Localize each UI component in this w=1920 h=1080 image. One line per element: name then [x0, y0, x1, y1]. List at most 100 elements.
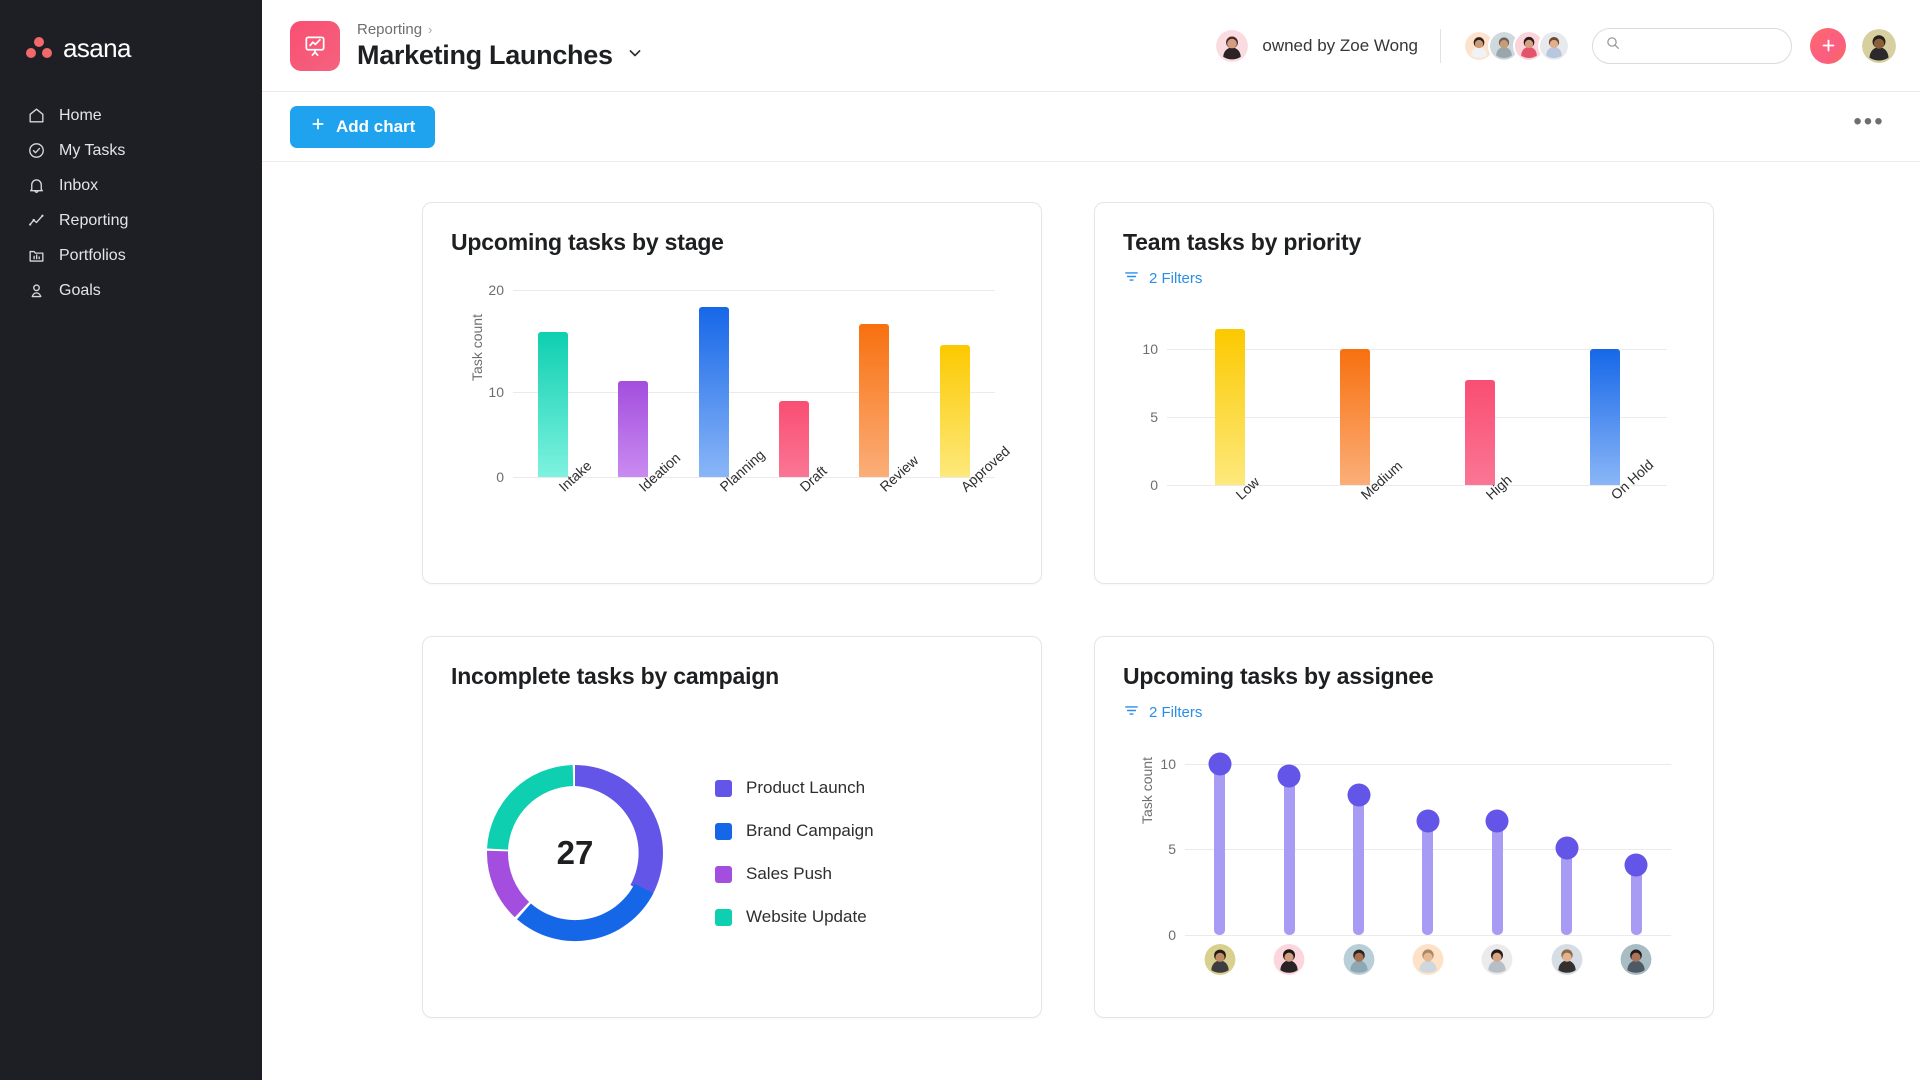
lollipop-item[interactable] [1353, 747, 1364, 935]
bar[interactable] [1215, 329, 1245, 485]
header-right-controls: owned by Zoe Wong [1216, 28, 1896, 64]
assignee-avatar[interactable] [1343, 944, 1374, 975]
bar-item[interactable]: Approved [940, 290, 970, 477]
lollipop-head[interactable] [1416, 809, 1439, 832]
legend-swatch [715, 823, 732, 840]
legend-item[interactable]: Brand Campaign [715, 821, 874, 841]
add-chart-button[interactable]: Add chart [290, 106, 435, 148]
bar-item[interactable]: Ideation [618, 290, 648, 477]
lollipop-head[interactable] [1347, 783, 1370, 806]
legend-label: Website Update [746, 907, 867, 927]
chart-card-incomplete-tasks-by-campaign[interactable]: Incomplete tasks by campaign [422, 636, 1042, 1018]
bar-chart-stage: Task count 20 10 0 Intake Ideation [513, 290, 995, 477]
assignee-avatar[interactable] [1621, 944, 1652, 975]
sidebar-item-goals[interactable]: Goals [0, 273, 262, 308]
assignee-avatar[interactable] [1412, 944, 1443, 975]
bar-item[interactable]: Draft [779, 290, 809, 477]
legend-item[interactable]: Website Update [715, 907, 874, 927]
breadcrumb-reporting[interactable]: Reporting [357, 21, 422, 38]
lollipop-head[interactable] [1555, 836, 1578, 859]
filter-icon [1123, 702, 1140, 723]
chart-card-upcoming-tasks-by-assignee[interactable]: Upcoming tasks by assignee 2 Filters Tas… [1094, 636, 1714, 1018]
dashboard-icon [290, 21, 340, 71]
bar-item[interactable]: High [1465, 315, 1495, 485]
bar[interactable] [618, 381, 648, 477]
assignee-avatar[interactable] [1482, 944, 1513, 975]
sidebar-item-label: Portfolios [59, 247, 126, 265]
sidebar-item-inbox[interactable]: Inbox [0, 168, 262, 203]
assignee-avatar[interactable] [1551, 944, 1582, 975]
assignee-avatar[interactable] [1204, 944, 1235, 975]
chart-card-upcoming-tasks-by-stage[interactable]: Upcoming tasks by stage Task count 20 10… [422, 202, 1042, 584]
filters-link[interactable]: 2 Filters [1123, 702, 1685, 723]
assignee-avatar[interactable] [1274, 944, 1305, 975]
filters-link[interactable]: 2 Filters [1123, 268, 1685, 289]
search-box[interactable] [1592, 28, 1792, 64]
donut-wrap: 27 Product Launch Brand Campaign [451, 700, 1013, 999]
lollipop-head[interactable] [1625, 853, 1648, 876]
y-tick: 5 [1150, 409, 1158, 425]
lollipop-item[interactable] [1492, 747, 1503, 935]
bar-item[interactable]: Intake [538, 290, 568, 477]
filters-label: 2 Filters [1149, 270, 1202, 287]
sidebar-item-portfolios[interactable]: Portfolios [0, 238, 262, 273]
sidebar-item-reporting[interactable]: Reporting [0, 203, 262, 238]
lollipop-item[interactable] [1214, 747, 1225, 935]
bar[interactable] [699, 307, 729, 477]
bar-series: Intake Ideation Planning Draft [513, 290, 995, 477]
lollipop-head[interactable] [1208, 753, 1231, 776]
owner-block[interactable]: owned by Zoe Wong [1216, 30, 1418, 62]
lollipop-item[interactable] [1561, 747, 1572, 935]
search-icon [1605, 35, 1621, 56]
bar[interactable] [940, 345, 970, 477]
sidebar-item-label: My Tasks [59, 142, 125, 160]
y-axis-label: Task count [1139, 757, 1155, 824]
bar-item[interactable]: On Hold [1590, 315, 1620, 485]
legend-label: Sales Push [746, 864, 832, 884]
donut-chart-campaign: 27 Product Launch Brand Campaign [451, 700, 1013, 999]
breadcrumb[interactable]: Reporting › [357, 21, 645, 38]
bar-item[interactable]: Review [859, 290, 889, 477]
chevron-down-icon[interactable] [625, 43, 645, 68]
project-title-row: Marketing Launches [357, 40, 645, 71]
overflow-menu-button[interactable]: ••• [1852, 110, 1886, 144]
legend-item[interactable]: Sales Push [715, 864, 874, 884]
bar[interactable] [1590, 349, 1620, 485]
bar[interactable] [779, 401, 809, 477]
lollipop-item[interactable] [1284, 747, 1295, 935]
owner-avatar[interactable] [1216, 30, 1248, 62]
donut-center-value: 27 [469, 747, 681, 959]
lollipop-stem [1353, 795, 1364, 935]
chart-card-team-tasks-by-priority[interactable]: Team tasks by priority 2 Filters 10 5 0 … [1094, 202, 1714, 584]
add-button[interactable] [1810, 28, 1846, 64]
lollipop-head[interactable] [1486, 809, 1509, 832]
member-avatar-stack[interactable] [1463, 30, 1570, 62]
donut[interactable]: 27 [469, 747, 681, 959]
sidebar-item-home[interactable]: Home [0, 98, 262, 133]
lollipop-item[interactable] [1631, 747, 1642, 935]
y-tick: 0 [496, 469, 504, 485]
bar-item[interactable]: Medium [1340, 315, 1370, 485]
lollipop-item[interactable] [1422, 747, 1433, 935]
bar[interactable] [859, 324, 889, 477]
lollipop-series [1185, 747, 1671, 935]
lollipop-head[interactable] [1278, 765, 1301, 788]
bar[interactable] [1340, 349, 1370, 485]
profile-avatar[interactable] [1862, 29, 1896, 63]
member-avatar-4[interactable] [1538, 30, 1570, 62]
bar-item[interactable]: Planning [699, 290, 729, 477]
app-root: asana Home My Tasks Inbox [0, 0, 1920, 1080]
asana-logo[interactable]: asana [0, 26, 262, 70]
bar[interactable] [538, 332, 568, 477]
top-header: Reporting › Marketing Launches owned by … [262, 0, 1920, 92]
search-input[interactable] [1629, 38, 1779, 54]
sidebar-item-my-tasks[interactable]: My Tasks [0, 133, 262, 168]
legend-item[interactable]: Product Launch [715, 778, 874, 798]
bar-item[interactable]: Low [1215, 315, 1245, 485]
add-chart-label: Add chart [336, 117, 415, 137]
lollipop-stem [1422, 821, 1433, 935]
bell-icon [26, 176, 46, 196]
sidebar-item-label: Goals [59, 282, 101, 300]
bar[interactable] [1465, 380, 1495, 485]
legend-swatch [715, 866, 732, 883]
